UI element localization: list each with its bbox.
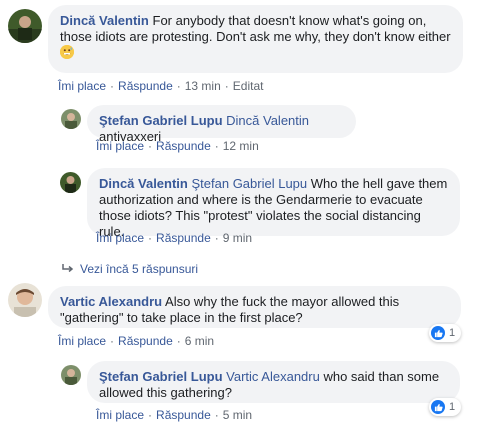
separator: · bbox=[214, 231, 219, 245]
like-link[interactable]: Îmi place bbox=[58, 79, 106, 93]
view-more-replies-label: Vezi încă 5 răspunsuri bbox=[80, 262, 199, 276]
comment-bubble: Ştefan Gabriel Lupu Vartic Alexandru who… bbox=[87, 361, 460, 403]
timestamp[interactable]: 13 min bbox=[185, 79, 221, 93]
comment-author[interactable]: Vartic Alexandru bbox=[60, 294, 162, 309]
like-icon bbox=[431, 326, 445, 340]
mention-link[interactable]: Dincă Valentin bbox=[226, 113, 309, 128]
comment-bubble: Dincă Valentin Ştefan Gabriel Lupu Who t… bbox=[87, 168, 460, 239]
reply-link[interactable]: Răspunde bbox=[156, 408, 211, 422]
comment-author[interactable]: Dincă Valentin bbox=[60, 13, 149, 28]
separator: · bbox=[176, 334, 181, 348]
reaction-badge[interactable]: 1 bbox=[429, 324, 461, 342]
grinning-sweat-emoji-icon bbox=[60, 45, 74, 59]
avatar[interactable] bbox=[8, 283, 42, 317]
comment-author[interactable]: Dincă Valentin bbox=[99, 176, 188, 191]
like-link[interactable]: Îmi place bbox=[96, 408, 144, 422]
comment-actions: Îmi place · Răspunde · 6 min bbox=[58, 333, 214, 349]
separator: · bbox=[148, 139, 153, 153]
comment-author[interactable]: Ştefan Gabriel Lupu bbox=[99, 369, 223, 384]
avatar[interactable] bbox=[8, 9, 42, 43]
separator: · bbox=[110, 79, 115, 93]
avatar[interactable] bbox=[61, 365, 81, 385]
reaction-count: 1 bbox=[449, 327, 456, 339]
reply-link[interactable]: Răspunde bbox=[118, 334, 173, 348]
comment-actions: Îmi place · Răspunde · 13 min · Editat bbox=[58, 78, 263, 94]
reaction-count: 1 bbox=[449, 401, 456, 413]
separator: · bbox=[214, 408, 219, 422]
reaction-badge[interactable]: 1 bbox=[429, 398, 461, 416]
timestamp[interactable]: 6 min bbox=[185, 334, 214, 348]
reply-link[interactable]: Răspunde bbox=[156, 139, 211, 153]
separator: · bbox=[214, 139, 219, 153]
mention-link[interactable]: Ştefan Gabriel Lupu bbox=[192, 176, 308, 191]
comment-actions: Îmi place · Răspunde · 12 min bbox=[96, 138, 259, 154]
comment-actions: Îmi place · Răspunde · 9 min bbox=[96, 230, 252, 246]
timestamp[interactable]: 12 min bbox=[223, 139, 259, 153]
comment-bubble: Dincă Valentin For anybody that doesn't … bbox=[48, 5, 463, 73]
timestamp[interactable]: 5 min bbox=[223, 408, 252, 422]
reply-link[interactable]: Răspunde bbox=[118, 79, 173, 93]
comment-author[interactable]: Ştefan Gabriel Lupu bbox=[99, 113, 223, 128]
comment-bubble: Vartic Alexandru Also why the fuck the m… bbox=[48, 286, 461, 328]
reply-link[interactable]: Răspunde bbox=[156, 231, 211, 245]
view-more-replies-link[interactable]: Vezi încă 5 răspunsuri bbox=[62, 261, 198, 277]
comment-bubble: Ştefan Gabriel Lupu Dincă Valentin antiv… bbox=[87, 105, 356, 144]
avatar[interactable] bbox=[61, 109, 81, 129]
separator: · bbox=[148, 231, 153, 245]
like-icon bbox=[431, 400, 445, 414]
avatar[interactable] bbox=[60, 172, 81, 193]
like-link[interactable]: Îmi place bbox=[96, 139, 144, 153]
like-link[interactable]: Îmi place bbox=[96, 231, 144, 245]
separator: · bbox=[110, 334, 115, 348]
reply-arrow-icon bbox=[62, 261, 74, 277]
edited-label[interactable]: Editat bbox=[233, 79, 264, 93]
separator: · bbox=[224, 79, 229, 93]
comment-thread: Dincă Valentin For anybody that doesn't … bbox=[0, 0, 481, 429]
separator: · bbox=[176, 79, 181, 93]
like-link[interactable]: Îmi place bbox=[58, 334, 106, 348]
timestamp[interactable]: 9 min bbox=[223, 231, 252, 245]
mention-link[interactable]: Vartic Alexandru bbox=[226, 369, 320, 384]
comment-actions: Îmi place · Răspunde · 5 min bbox=[96, 407, 252, 423]
separator: · bbox=[148, 408, 153, 422]
